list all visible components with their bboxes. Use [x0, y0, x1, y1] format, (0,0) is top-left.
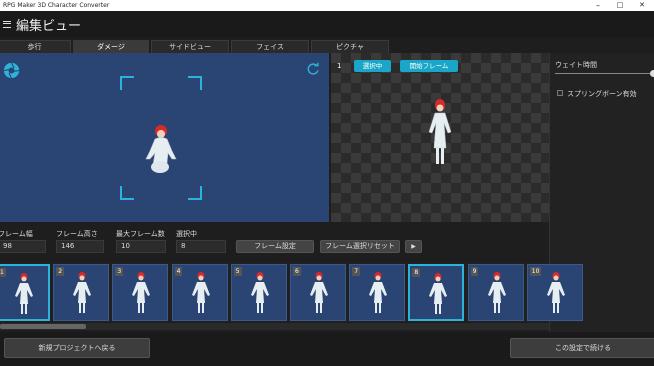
frame-height-label: フレーム高さ [56, 230, 98, 238]
frame-character [429, 273, 448, 314]
frame-character [73, 272, 92, 313]
frame-width-field[interactable]: 98 [0, 240, 46, 253]
tab-damage[interactable]: ダメージ [73, 40, 149, 53]
frame-thumbnail[interactable]: 7 [349, 264, 406, 321]
frame-character [487, 272, 506, 313]
frame-thumbnail[interactable]: 8 [408, 264, 465, 321]
strip-scrollbar-thumb[interactable] [0, 324, 86, 329]
max-frames-field[interactable]: 10 [116, 240, 166, 253]
focus-corner-tl [120, 76, 134, 90]
focus-corner-tr [188, 76, 202, 90]
frame-thumbnail[interactable]: 9 [467, 264, 524, 321]
frame-character [15, 273, 33, 314]
hamburger-icon[interactable] [3, 20, 11, 28]
frame-thumbnail[interactable]: 5 [230, 264, 287, 321]
page-title: 編集ビュー [16, 18, 82, 34]
window-titlebar: RPG Maker 3D Character Converter [0, 0, 654, 11]
close-button[interactable]: ✕ [634, 0, 650, 11]
spring-bone-label: スプリングボーン有効 [567, 90, 637, 98]
spring-bone-checkbox[interactable] [557, 90, 563, 96]
tab-walk[interactable]: 歩行 [0, 40, 71, 53]
model-viewport[interactable] [0, 53, 329, 222]
selected-button[interactable]: 選択中 [354, 60, 391, 72]
frame-number: 4 [174, 267, 183, 276]
frame-number: 2 [56, 267, 65, 276]
frame-character [546, 272, 565, 313]
tab-picture[interactable]: ピクチャ [311, 40, 389, 53]
focus-corner-br [188, 186, 202, 200]
frame-thumbnail[interactable]: 2 [53, 264, 110, 321]
frame-thumbnail[interactable]: 4 [171, 264, 228, 321]
wait-time-slider-track[interactable] [555, 73, 654, 74]
frame-thumbnail[interactable]: 1 [0, 264, 50, 321]
play-button[interactable]: ▶ [405, 240, 422, 253]
reset-selection-button[interactable]: フレーム選択リセット [320, 240, 400, 253]
frame-number: 9 [470, 267, 479, 276]
frame-number: 1 [0, 268, 6, 277]
refresh-icon[interactable] [306, 62, 320, 76]
character-model-kneeling [145, 125, 177, 173]
frame-character [250, 272, 269, 313]
frame-number: 3 [115, 267, 124, 276]
frame-number: 10 [529, 267, 542, 276]
frame-character [310, 272, 328, 313]
app-header: 編集ビュー [0, 11, 654, 37]
wait-time-label: ウェイト時間 [555, 61, 597, 69]
frame-character [132, 272, 151, 313]
sprite-character [428, 99, 452, 164]
window-title: RPG Maker 3D Character Converter [3, 2, 110, 9]
frame-number: 5 [233, 267, 242, 276]
continue-button[interactable]: この設定で続ける [510, 338, 654, 358]
frame-number: 7 [352, 267, 361, 276]
frame-thumbnail[interactable]: 6 [290, 264, 346, 321]
frame-character [369, 272, 388, 313]
frame-number: 6 [293, 267, 301, 276]
frame-character [191, 272, 210, 313]
selected-frame-label: 選択中 [176, 230, 197, 238]
frame-height-field[interactable]: 146 [56, 240, 104, 253]
aperture-icon[interactable] [3, 62, 20, 79]
minimize-button[interactable]: – [590, 0, 606, 11]
sprite-preview[interactable]: 1 選択中 開始フレーム [331, 53, 549, 222]
tab-sideview[interactable]: サイドビュー [151, 40, 229, 53]
maximize-button[interactable]: □ [612, 0, 628, 11]
max-frames-label: 最大フレーム数 [116, 230, 165, 238]
frame-settings-button[interactable]: フレーム設定 [236, 240, 314, 253]
tab-face[interactable]: フェイス [231, 40, 309, 53]
back-to-new-project-button[interactable]: 新規プロジェクトへ戻る [4, 338, 150, 358]
start-frame-button[interactable]: 開始フレーム [400, 60, 458, 72]
frame-thumbnail[interactable]: 3 [112, 264, 169, 321]
frame-width-label: フレーム幅 [0, 230, 33, 238]
preview-frame-number: 1 [337, 62, 342, 70]
selected-frame-field[interactable]: 8 [176, 240, 226, 253]
frame-thumbnail[interactable]: 10 [526, 264, 583, 321]
wait-time-slider-thumb[interactable] [650, 70, 654, 77]
focus-corner-bl [120, 186, 134, 200]
frame-number: 8 [412, 268, 421, 277]
